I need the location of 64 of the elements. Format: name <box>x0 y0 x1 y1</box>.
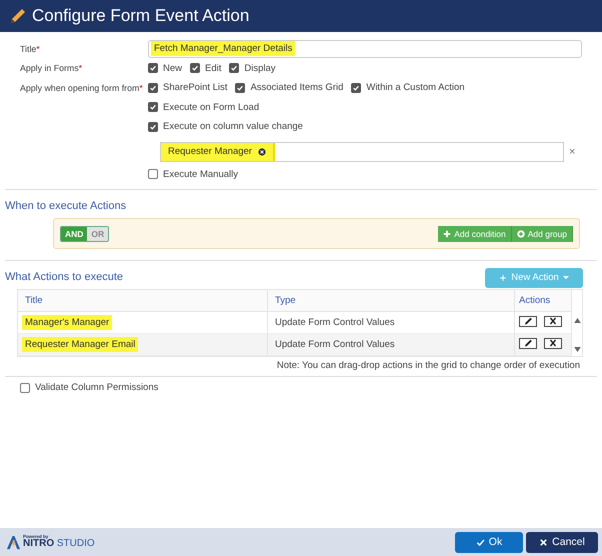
checkbox[interactable] <box>148 169 158 180</box>
window-title: Configure Form Event Action <box>32 6 250 26</box>
checkbox-label: Execute on Form Load <box>163 102 260 113</box>
add-button[interactable]: Add condition <box>438 226 512 242</box>
column-header: Type <box>268 290 514 312</box>
ok-button[interactable]: Ok <box>455 532 523 552</box>
logo-product: STUDIO <box>56 538 95 550</box>
field-label: Title* <box>20 44 41 54</box>
checkbox[interactable] <box>20 382 30 392</box>
table-cell: Requester Manager Email <box>22 337 138 352</box>
section-heading: What Actions to execute <box>5 271 124 283</box>
delete-button[interactable] <box>544 338 562 349</box>
close-icon <box>539 538 548 546</box>
field-value: Fetch Manager_Manager Details <box>151 41 296 56</box>
logic-toggle[interactable]: AND OR <box>60 226 110 242</box>
cancel-button[interactable]: Cancel <box>526 532 598 552</box>
logic-option[interactable]: OR <box>87 226 108 240</box>
checkbox-label: Associated Items Grid <box>250 82 344 94</box>
checkbox[interactable] <box>148 102 158 112</box>
table-cell: Update Form Control Values <box>275 339 395 350</box>
note-text: Note: You can drag-drop actions in the grid to change order of execution <box>276 360 581 371</box>
column-header: Actions <box>514 290 572 312</box>
field-label: Apply in Forms* <box>20 63 84 74</box>
plus-circle-icon <box>516 230 525 238</box>
add-button[interactable]: Add group <box>512 226 573 242</box>
logo-brand: NITRO <box>23 538 54 550</box>
section-heading: When to execute Actions <box>5 200 128 212</box>
logo-icon <box>6 534 21 550</box>
checkbox-label: Edit <box>205 62 222 74</box>
checkbox-label: Validate Column Permissions <box>35 382 158 393</box>
checkbox[interactable] <box>148 82 158 93</box>
plus-icon <box>443 230 452 238</box>
checkbox-label: Display <box>244 62 276 74</box>
pencil-icon <box>522 338 534 348</box>
columns-field[interactable]: Requester Manager <box>160 142 564 162</box>
title-field[interactable]: Fetch Manager_Manager Details <box>148 40 582 58</box>
plus-icon <box>499 274 508 282</box>
checkbox[interactable] <box>148 63 158 74</box>
check-icon <box>476 538 485 546</box>
checkbox-label: Execute on column value change <box>163 121 303 132</box>
edit-button[interactable] <box>519 316 537 327</box>
remove-icon[interactable] <box>258 148 266 156</box>
column-header: Title <box>18 290 268 312</box>
scroll-up-icon[interactable] <box>574 318 580 323</box>
checkbox[interactable] <box>235 82 246 93</box>
scroll-down-icon[interactable] <box>574 347 580 352</box>
field-label: Apply when opening form from* <box>20 82 144 93</box>
table-cell: Manager's Manager <box>22 315 112 330</box>
checkbox[interactable] <box>148 122 158 132</box>
table-cell: Update Form Control Values <box>275 317 395 328</box>
column-tag[interactable]: Requester Manager <box>161 142 275 160</box>
checkbox[interactable] <box>229 63 240 74</box>
checkbox[interactable] <box>190 63 200 74</box>
checkbox-label: Within a Custom Action <box>366 82 465 94</box>
checkbox-label: Execute Manually <box>163 168 238 180</box>
checkbox-label: SharePoint List <box>163 82 228 94</box>
delete-button[interactable] <box>544 316 562 327</box>
edit-button[interactable] <box>519 338 537 349</box>
checkbox[interactable] <box>351 82 362 93</box>
pencil-icon <box>522 316 534 326</box>
pencil-icon <box>8 6 28 26</box>
caret-icon <box>562 276 569 280</box>
logic-option[interactable]: AND <box>61 226 88 240</box>
checkbox-label: New <box>163 62 182 74</box>
